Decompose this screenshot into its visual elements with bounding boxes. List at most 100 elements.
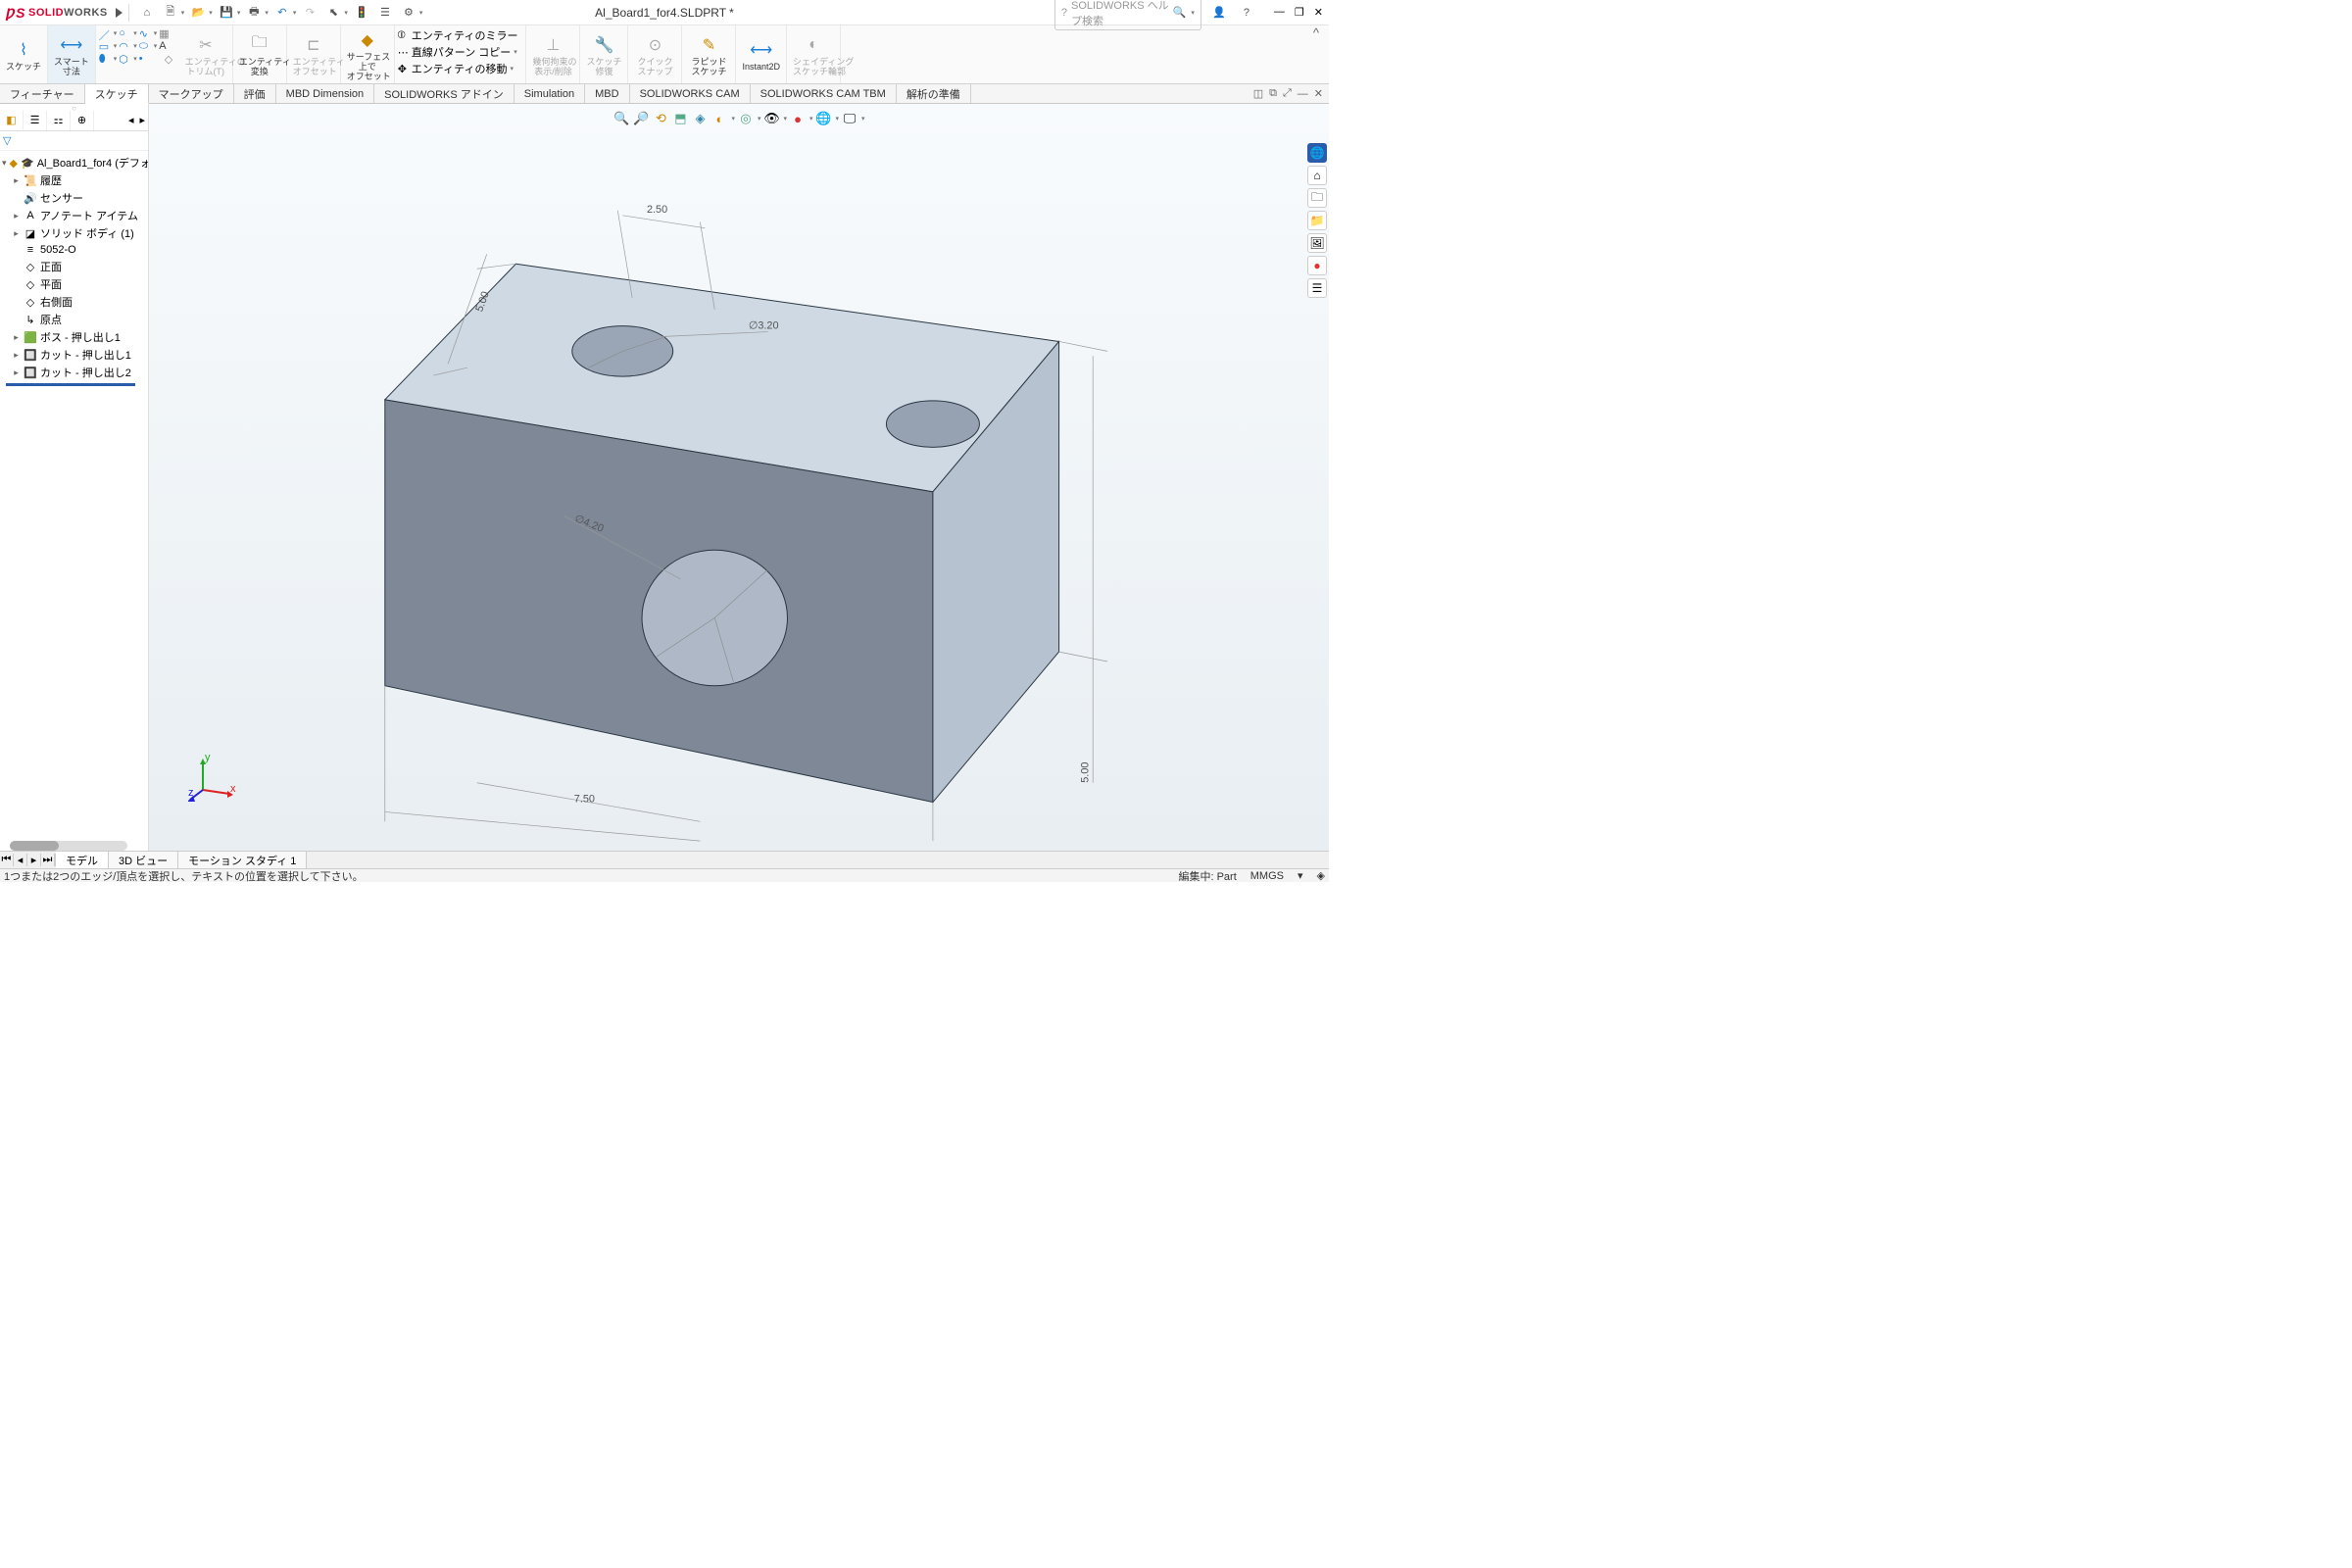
- expand-icon[interactable]: ▸: [12, 350, 21, 361]
- slot-icon[interactable]: ⬮: [99, 53, 111, 65]
- traffic-button[interactable]: 🚦: [350, 3, 373, 23]
- tree-item[interactable]: 🔊センサー: [2, 189, 146, 207]
- ft-tab-property[interactable]: ☰: [24, 111, 47, 130]
- tree-item[interactable]: ◇右側面: [2, 293, 146, 311]
- tp-globe-icon[interactable]: 🌐: [1307, 143, 1327, 163]
- tree-item[interactable]: ▸🟩ボス - 押し出し1: [2, 328, 146, 346]
- tab-solidworks-アドイン[interactable]: SOLIDWORKS アドイン: [374, 84, 514, 103]
- expand-icon[interactable]: ▸: [12, 175, 21, 186]
- close-button[interactable]: ✕: [1314, 6, 1323, 19]
- tp-explorer-icon[interactable]: 📁: [1307, 211, 1327, 230]
- tree-item[interactable]: ◇正面: [2, 258, 146, 275]
- tree-item[interactable]: ◇平面: [2, 275, 146, 293]
- ft-tab-config[interactable]: ⚏: [47, 111, 71, 130]
- rect-icon[interactable]: ▭: [99, 40, 111, 52]
- options-button[interactable]: ⚙▾: [397, 3, 425, 23]
- point-icon[interactable]: •: [139, 53, 151, 65]
- expand-icon[interactable]: ▸: [12, 228, 21, 239]
- orientation-triad[interactable]: y x z: [188, 753, 237, 802]
- print-button[interactable]: 🖶▾: [242, 3, 270, 23]
- ft-filter-button[interactable]: ▽: [0, 131, 148, 151]
- zoom-fit-icon[interactable]: 🔍: [612, 110, 630, 127]
- circle-icon[interactable]: ○: [119, 27, 130, 39]
- undo-button[interactable]: ↶▾: [270, 3, 299, 23]
- play-icon[interactable]: [116, 8, 122, 18]
- rollback-bar[interactable]: [6, 383, 135, 386]
- expand-icon[interactable]: ▸: [12, 332, 21, 343]
- tab-解析の準備[interactable]: 解析の準備: [897, 84, 971, 103]
- tree-item[interactable]: ▸◪ソリッド ボディ (1): [2, 224, 146, 242]
- tab-マークアップ[interactable]: マークアップ: [149, 84, 234, 103]
- tree-item[interactable]: ↳原点: [2, 311, 146, 328]
- scene-icon[interactable]: 🌐: [815, 110, 833, 127]
- plane-icon[interactable]: ◇: [165, 53, 176, 65]
- bottom-tab-1[interactable]: 3D ビュー: [109, 852, 178, 869]
- tp-home-icon[interactable]: ⌂: [1307, 166, 1327, 185]
- spline-icon[interactable]: ∿: [139, 27, 151, 39]
- panel-close-icon[interactable]: ✕: [1314, 87, 1323, 100]
- new-button[interactable]: 🗎▾: [159, 3, 187, 23]
- save-button[interactable]: 💾▾: [215, 3, 243, 23]
- hide-show-icon[interactable]: ◎: [737, 110, 755, 127]
- horizontal-scrollbar[interactable]: [10, 841, 127, 851]
- home-button[interactable]: ⌂: [135, 3, 159, 23]
- tab-評価[interactable]: 評価: [234, 84, 276, 103]
- tab-スケッチ[interactable]: スケッチ: [85, 84, 149, 104]
- text-icon[interactable]: A: [159, 40, 171, 52]
- tab-simulation[interactable]: Simulation: [514, 84, 585, 103]
- tab-solidworks-cam[interactable]: SOLIDWORKS CAM: [630, 84, 751, 103]
- tab-mbd-dimension[interactable]: MBD Dimension: [276, 84, 374, 103]
- btab-first-icon[interactable]: ⏮: [0, 854, 14, 866]
- ft-tab-feature[interactable]: ◧: [0, 111, 24, 130]
- line-icon[interactable]: ／: [99, 27, 111, 39]
- tp-library-icon[interactable]: 🗀: [1307, 188, 1327, 208]
- tree-item[interactable]: ▸🔲カット - 押し出し1: [2, 346, 146, 364]
- polygon-icon[interactable]: ⬡: [119, 53, 130, 65]
- convert-button[interactable]: 🗀エンティティ 変換: [233, 25, 287, 83]
- status-custom-icon[interactable]: ◈: [1317, 869, 1325, 882]
- minimize-button[interactable]: —: [1274, 6, 1285, 19]
- tab-mbd[interactable]: MBD: [585, 84, 629, 103]
- help-icon[interactable]: ?: [1239, 5, 1254, 21]
- ft-tab-dim[interactable]: ⊕: [71, 111, 94, 130]
- list-button[interactable]: ☰: [373, 3, 397, 23]
- btab-last-icon[interactable]: ⏭: [41, 854, 55, 866]
- expand-icon[interactable]: ▸: [12, 211, 21, 221]
- restore-button[interactable]: ❐: [1295, 6, 1304, 19]
- tree-item[interactable]: ▸📜履歴: [2, 172, 146, 189]
- sketch-button[interactable]: ⌇ スケッチ: [0, 25, 48, 83]
- status-dd-icon[interactable]: ▾: [1298, 869, 1303, 882]
- grid-icon[interactable]: ▦: [159, 27, 171, 39]
- eye-icon[interactable]: 👁: [762, 110, 780, 127]
- panel-layout2-icon[interactable]: ⧉: [1269, 87, 1277, 100]
- arc-icon[interactable]: ◠: [119, 40, 130, 52]
- screen-icon[interactable]: 🖵: [841, 110, 858, 127]
- panel-layout1-icon[interactable]: ◫: [1253, 87, 1263, 100]
- expand-icon[interactable]: ▸: [12, 368, 21, 378]
- ellipse-icon[interactable]: ⬭: [139, 40, 151, 52]
- status-units[interactable]: MMGS: [1250, 870, 1284, 882]
- tree-item[interactable]: ≡5052-O: [2, 242, 146, 258]
- tree-item[interactable]: ▸🔲カット - 押し出し2: [2, 364, 146, 381]
- btab-prev-icon[interactable]: ◂: [14, 854, 27, 866]
- select-button[interactable]: ⬉▾: [321, 3, 350, 23]
- orient-icon[interactable]: ◈: [691, 110, 709, 127]
- panel-expand-icon[interactable]: ⤢: [1283, 87, 1292, 100]
- tab-フィーチャー[interactable]: フィーチャー: [0, 84, 85, 103]
- prev-view-icon[interactable]: ⟲: [652, 110, 669, 127]
- redo-button[interactable]: ↷: [298, 3, 321, 23]
- display-state-icon[interactable]: ◐: [710, 110, 728, 127]
- tp-view-icon[interactable]: 🖼: [1307, 233, 1327, 253]
- appearance-icon[interactable]: ●: [789, 110, 807, 127]
- ribbon-collapse-button[interactable]: ^: [1313, 25, 1319, 40]
- section-icon[interactable]: ⬒: [671, 110, 689, 127]
- smart-dimension-button[interactable]: ⟷ スマート 寸法: [48, 25, 96, 83]
- tp-property-icon[interactable]: ☰: [1307, 278, 1327, 298]
- bottom-tab-0[interactable]: モデル: [56, 852, 109, 869]
- tree-item[interactable]: ▸Aアノテート アイテム: [2, 207, 146, 224]
- tree-root[interactable]: ▾ ◆ 🎓 Al_Board1_for4 (デフォル: [2, 154, 146, 172]
- ft-prev-icon[interactable]: ◂: [125, 114, 137, 126]
- instant2d-button[interactable]: ⟷Instant2D: [736, 25, 787, 83]
- btab-next-icon[interactable]: ▸: [27, 854, 41, 866]
- help-search-input[interactable]: ? SOLIDWORKS ヘルプ検索 🔍▾: [1054, 0, 1201, 30]
